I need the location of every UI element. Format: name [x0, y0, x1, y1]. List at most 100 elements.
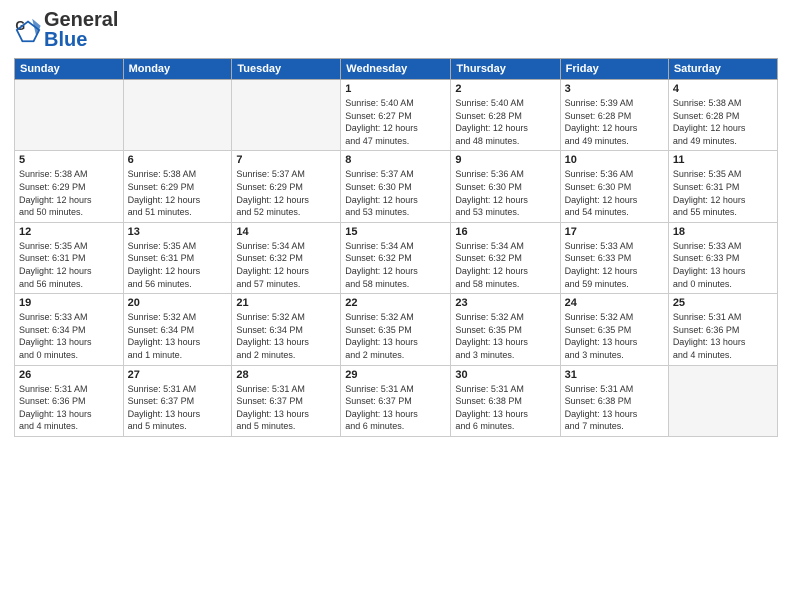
- day-number: 20: [128, 297, 228, 309]
- day-info: Sunrise: 5:38 AM Sunset: 6:29 PM Dayligh…: [128, 168, 228, 218]
- day-cell: 3Sunrise: 5:39 AM Sunset: 6:28 PM Daylig…: [560, 80, 668, 151]
- week-row-1: 1Sunrise: 5:40 AM Sunset: 6:27 PM Daylig…: [15, 80, 778, 151]
- day-number: 31: [565, 369, 664, 381]
- weekday-header-sunday: Sunday: [15, 59, 124, 80]
- day-info: Sunrise: 5:35 AM Sunset: 6:31 PM Dayligh…: [128, 240, 228, 290]
- day-number: 6: [128, 154, 228, 166]
- day-number: 16: [455, 226, 555, 238]
- day-info: Sunrise: 5:32 AM Sunset: 6:35 PM Dayligh…: [345, 311, 446, 361]
- day-number: 24: [565, 297, 664, 309]
- day-info: Sunrise: 5:31 AM Sunset: 6:38 PM Dayligh…: [565, 383, 664, 433]
- day-number: 28: [236, 369, 336, 381]
- day-number: 29: [345, 369, 446, 381]
- day-info: Sunrise: 5:33 AM Sunset: 6:34 PM Dayligh…: [19, 311, 119, 361]
- day-info: Sunrise: 5:40 AM Sunset: 6:28 PM Dayligh…: [455, 97, 555, 147]
- day-number: 14: [236, 226, 336, 238]
- day-cell: 26 Sunrise: 5:31 AM Sunset: 6:36 PM Dayli…: [15, 365, 124, 436]
- day-info: Sunrise: 5:32 AM Sunset: 6:34 PM Dayligh…: [128, 311, 228, 361]
- logo-blue: Blue: [44, 30, 118, 50]
- day-info: Sunrise: 5:39 AM Sunset: 6:28 PM Dayligh…: [565, 97, 664, 147]
- day-info: Sunrise: 5:32 AM Sunset: 6:35 PM Dayligh…: [565, 311, 664, 361]
- day-cell: [15, 80, 124, 151]
- weekday-header-wednesday: Wednesday: [341, 59, 451, 80]
- day-info: Sunrise: 5:34 AM Sunset: 6:32 PM Dayligh…: [455, 240, 555, 290]
- day-number: 25: [673, 297, 773, 309]
- day-number: 30: [455, 369, 555, 381]
- day-info: Sunrise: 5:32 AM Sunset: 6:34 PM Dayligh…: [236, 311, 336, 361]
- day-cell: 14 Sunrise: 5:34 AM Sunset: 6:32 PM Dayli…: [232, 222, 341, 293]
- day-cell: 1Sunrise: 5:40 AM Sunset: 6:27 PM Daylig…: [341, 80, 451, 151]
- day-info: Sunrise: 5:38 AM Sunset: 6:28 PM Dayligh…: [673, 97, 773, 147]
- day-number: 22: [345, 297, 446, 309]
- day-number: 11: [673, 154, 773, 166]
- day-cell: 30 Sunrise: 5:31 AM Sunset: 6:38 PM Dayli…: [451, 365, 560, 436]
- day-info: Sunrise: 5:33 AM Sunset: 6:33 PM Dayligh…: [565, 240, 664, 290]
- day-cell: [123, 80, 232, 151]
- day-number: 4: [673, 83, 773, 95]
- day-number: 15: [345, 226, 446, 238]
- day-info: Sunrise: 5:37 AM Sunset: 6:29 PM Dayligh…: [236, 168, 336, 218]
- day-cell: 27Sunrise: 5:31 AM Sunset: 6:37 PM Dayli…: [123, 365, 232, 436]
- logo: G General Blue: [14, 10, 118, 50]
- day-number: 8: [345, 154, 446, 166]
- day-cell: [232, 80, 341, 151]
- day-info: Sunrise: 5:32 AM Sunset: 6:35 PM Dayligh…: [455, 311, 555, 361]
- day-cell: 15 Sunrise: 5:34 AM Sunset: 6:32 PM Dayli…: [341, 222, 451, 293]
- day-number: 19: [19, 297, 119, 309]
- day-info: Sunrise: 5:37 AM Sunset: 6:30 PM Dayligh…: [345, 168, 446, 218]
- day-info: Sunrise: 5:35 AM Sunset: 6:31 PM Dayligh…: [673, 168, 773, 218]
- day-cell: 12 Sunrise: 5:35 AM Sunset: 6:31 PM Dayli…: [15, 222, 124, 293]
- day-number: 18: [673, 226, 773, 238]
- day-number: 13: [128, 226, 228, 238]
- day-cell: 24 Sunrise: 5:32 AM Sunset: 6:35 PM Dayli…: [560, 294, 668, 365]
- header: G General Blue: [14, 10, 778, 50]
- day-cell: 11 Sunrise: 5:35 AM Sunset: 6:31 PM Dayli…: [668, 151, 777, 222]
- day-cell: 17Sunrise: 5:33 AM Sunset: 6:33 PM Dayli…: [560, 222, 668, 293]
- day-number: 12: [19, 226, 119, 238]
- day-info: Sunrise: 5:34 AM Sunset: 6:32 PM Dayligh…: [236, 240, 336, 290]
- day-cell: 25 Sunrise: 5:31 AM Sunset: 6:36 PM Dayli…: [668, 294, 777, 365]
- day-info: Sunrise: 5:33 AM Sunset: 6:33 PM Dayligh…: [673, 240, 773, 290]
- day-info: Sunrise: 5:35 AM Sunset: 6:31 PM Dayligh…: [19, 240, 119, 290]
- day-cell: 13 Sunrise: 5:35 AM Sunset: 6:31 PM Dayli…: [123, 222, 232, 293]
- day-cell: 5Sunrise: 5:38 AM Sunset: 6:29 PM Daylig…: [15, 151, 124, 222]
- day-cell: 19 Sunrise: 5:33 AM Sunset: 6:34 PM Dayli…: [15, 294, 124, 365]
- day-cell: 2Sunrise: 5:40 AM Sunset: 6:28 PM Daylig…: [451, 80, 560, 151]
- day-cell: [668, 365, 777, 436]
- day-cell: 16 Sunrise: 5:34 AM Sunset: 6:32 PM Dayli…: [451, 222, 560, 293]
- day-info: Sunrise: 5:34 AM Sunset: 6:32 PM Dayligh…: [345, 240, 446, 290]
- day-number: 26: [19, 369, 119, 381]
- day-cell: 8 Sunrise: 5:37 AM Sunset: 6:30 PM Daylig…: [341, 151, 451, 222]
- day-cell: 20 Sunrise: 5:32 AM Sunset: 6:34 PM Dayli…: [123, 294, 232, 365]
- weekday-header-tuesday: Tuesday: [232, 59, 341, 80]
- day-cell: 9Sunrise: 5:36 AM Sunset: 6:30 PM Daylig…: [451, 151, 560, 222]
- day-number: 21: [236, 297, 336, 309]
- day-info: Sunrise: 5:36 AM Sunset: 6:30 PM Dayligh…: [455, 168, 555, 218]
- day-info: Sunrise: 5:31 AM Sunset: 6:36 PM Dayligh…: [673, 311, 773, 361]
- day-cell: 29Sunrise: 5:31 AM Sunset: 6:37 PM Dayli…: [341, 365, 451, 436]
- day-info: Sunrise: 5:40 AM Sunset: 6:27 PM Dayligh…: [345, 97, 446, 147]
- day-cell: 18 Sunrise: 5:33 AM Sunset: 6:33 PM Dayli…: [668, 222, 777, 293]
- day-number: 5: [19, 154, 119, 166]
- day-info: Sunrise: 5:31 AM Sunset: 6:36 PM Dayligh…: [19, 383, 119, 433]
- week-row-5: 26 Sunrise: 5:31 AM Sunset: 6:36 PM Dayli…: [15, 365, 778, 436]
- weekday-header-monday: Monday: [123, 59, 232, 80]
- day-cell: 6 Sunrise: 5:38 AM Sunset: 6:29 PM Daylig…: [123, 151, 232, 222]
- day-info: Sunrise: 5:36 AM Sunset: 6:30 PM Dayligh…: [565, 168, 664, 218]
- weekday-header-saturday: Saturday: [668, 59, 777, 80]
- weekday-header-friday: Friday: [560, 59, 668, 80]
- day-info: Sunrise: 5:31 AM Sunset: 6:38 PM Dayligh…: [455, 383, 555, 433]
- day-cell: 7 Sunrise: 5:37 AM Sunset: 6:29 PM Daylig…: [232, 151, 341, 222]
- day-cell: 4 Sunrise: 5:38 AM Sunset: 6:28 PM Daylig…: [668, 80, 777, 151]
- day-cell: 10Sunrise: 5:36 AM Sunset: 6:30 PM Dayli…: [560, 151, 668, 222]
- day-cell: 21 Sunrise: 5:32 AM Sunset: 6:34 PM Dayli…: [232, 294, 341, 365]
- day-cell: 23Sunrise: 5:32 AM Sunset: 6:35 PM Dayli…: [451, 294, 560, 365]
- day-cell: 31 Sunrise: 5:31 AM Sunset: 6:38 PM Dayli…: [560, 365, 668, 436]
- weekday-header-thursday: Thursday: [451, 59, 560, 80]
- day-cell: 28Sunrise: 5:31 AM Sunset: 6:37 PM Dayli…: [232, 365, 341, 436]
- day-number: 7: [236, 154, 336, 166]
- weekday-header-row: SundayMondayTuesdayWednesdayThursdayFrid…: [15, 59, 778, 80]
- day-info: Sunrise: 5:31 AM Sunset: 6:37 PM Dayligh…: [128, 383, 228, 433]
- week-row-4: 19 Sunrise: 5:33 AM Sunset: 6:34 PM Dayli…: [15, 294, 778, 365]
- day-cell: 22 Sunrise: 5:32 AM Sunset: 6:35 PM Dayli…: [341, 294, 451, 365]
